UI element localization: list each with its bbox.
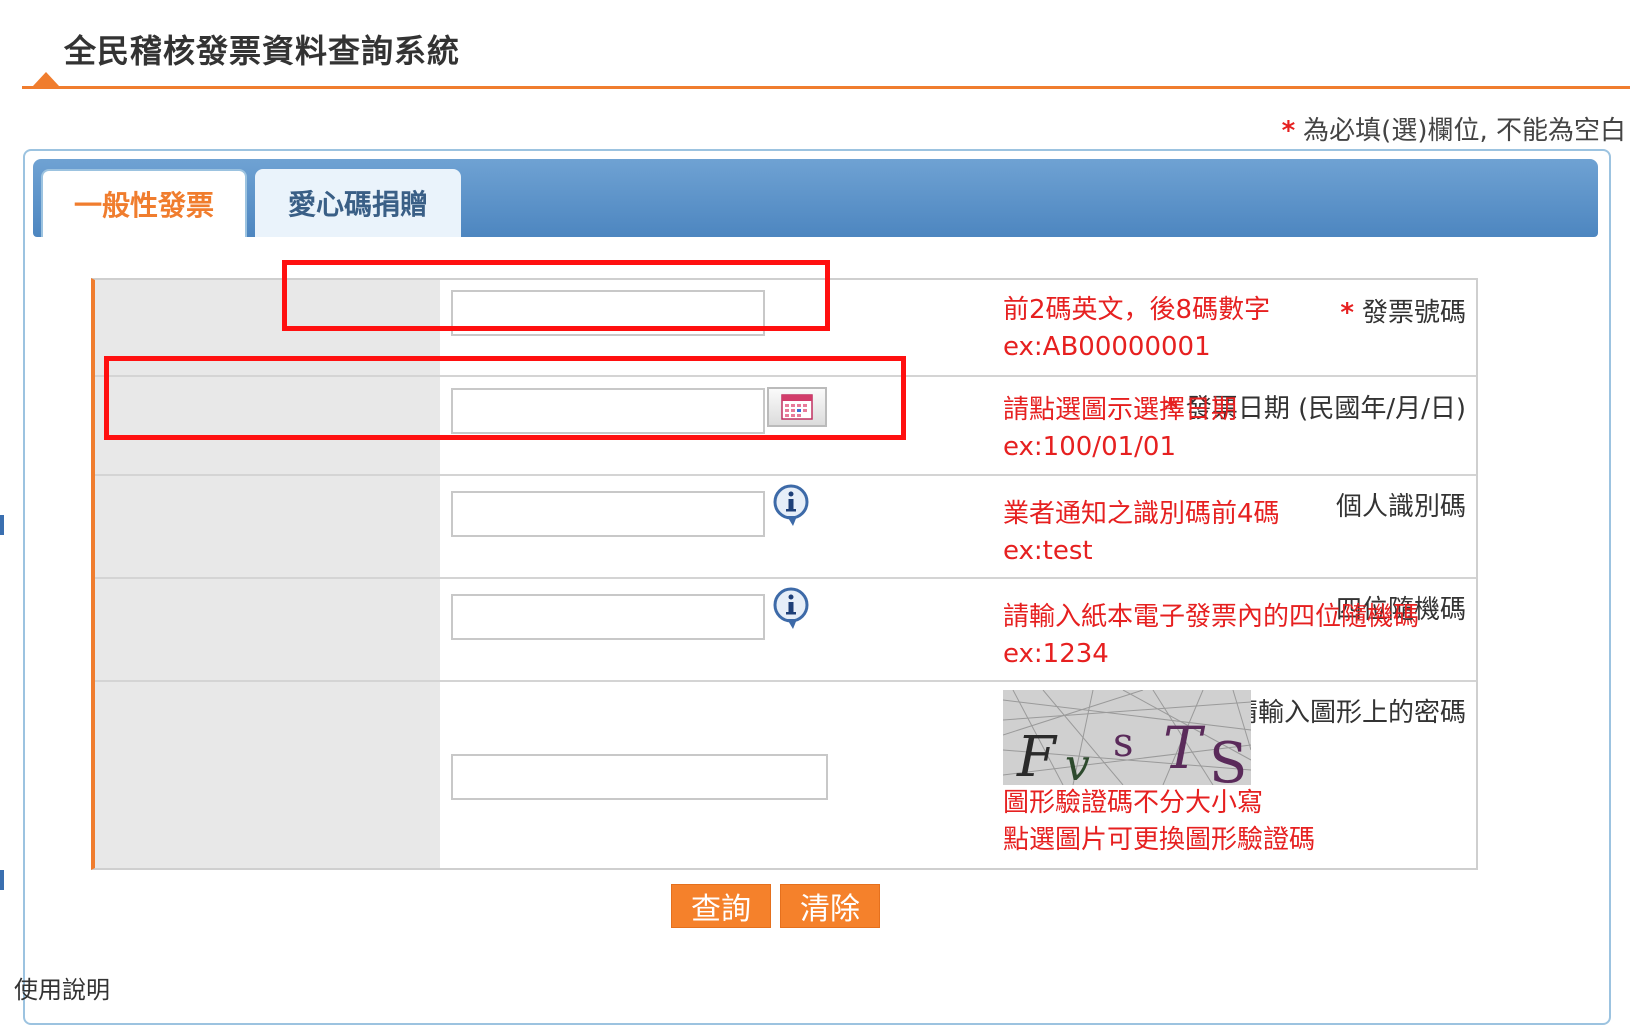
page-title: 全民稽核發票資料查詢系統 xyxy=(64,32,461,70)
invoice-date-input[interactable] xyxy=(451,388,765,434)
invoice-date-hint: 請點選圖示選擇日期 ex:100/01/01 xyxy=(1003,392,1237,466)
invoice-number-label-text: 發票號碼 xyxy=(1361,298,1466,328)
usage-instructions-link[interactable]: 使用說明 xyxy=(14,970,110,1005)
random-code-hint: 請輸入紙本電子發票內的四位隨機碼 ex:1234 xyxy=(1003,599,1419,673)
invoice-number-hint-line1: 前2碼英文，後8碼數字 xyxy=(1003,295,1271,325)
row-divider xyxy=(95,375,1476,377)
captcha-hint-line2: 點選圖片可更換圖形驗證碼 xyxy=(1003,825,1316,855)
invoice-number-hint-line2: ex:AB00000001 xyxy=(1003,332,1211,362)
row-divider xyxy=(95,680,1476,682)
random-code-hint-line2: ex:1234 xyxy=(1003,639,1109,669)
edge-mark xyxy=(0,515,4,535)
captcha-graphic: F v s T S xyxy=(1003,690,1251,785)
svg-text:S: S xyxy=(1209,731,1247,785)
row-divider xyxy=(95,577,1476,579)
invoice-form: * 發票號碼 前2碼英文，後8碼數字 ex:AB00000001 * 發票日期 (民… xyxy=(91,278,1478,870)
edge-mark xyxy=(0,870,4,890)
random-code-input[interactable] xyxy=(451,594,765,640)
query-panel: 一般性發票 愛心碼捐贈 * 發票號碼 前2碼英文，後8碼數字 ex:AB00000… xyxy=(23,149,1611,1025)
calendar-icon xyxy=(781,394,813,420)
tab-donation-code[interactable]: 愛心碼捐贈 xyxy=(255,169,461,237)
required-note-text: 為必填(選)欄位, 不能為空白 xyxy=(1303,116,1626,146)
captcha-input[interactable] xyxy=(451,754,828,800)
required-note: * 為必填(選)欄位, 不能為空白 xyxy=(1282,110,1626,147)
personal-id-label-text: 個人識別碼 xyxy=(1335,492,1466,522)
svg-text:T: T xyxy=(1163,714,1206,782)
invoice-number-hint: 前2碼英文，後8碼數字 ex:AB00000001 xyxy=(1003,292,1270,366)
invoice-date-hint-line2: ex:100/01/01 xyxy=(1003,432,1176,462)
calendar-button[interactable] xyxy=(767,387,827,427)
svg-text:v: v xyxy=(1065,740,1090,785)
captcha-hint-line1: 圖形驗證碼不分大小寫 xyxy=(1003,788,1264,818)
personal-id-hint-line1: 業者通知之識別碼前4碼 xyxy=(1003,499,1280,529)
query-button[interactable]: 查詢 xyxy=(671,884,771,928)
captcha-image[interactable]: F v s T S xyxy=(1003,690,1251,785)
personal-id-input[interactable] xyxy=(451,491,765,537)
captcha-label-text: 請輸入圖形上的密碼 xyxy=(1231,698,1466,728)
captcha-hint: 圖形驗證碼不分大小寫 點選圖片可更換圖形驗證碼 xyxy=(1003,785,1315,859)
info-icon[interactable] xyxy=(771,484,811,528)
required-star: * xyxy=(1281,116,1296,146)
random-code-hint-line1: 請輸入紙本電子發票內的四位隨機碼 xyxy=(1003,602,1420,632)
svg-text:F: F xyxy=(1016,725,1058,785)
row-divider xyxy=(95,474,1476,476)
svg-text:s: s xyxy=(1113,720,1134,766)
title-notch xyxy=(33,72,59,86)
required-star: * xyxy=(1340,298,1354,328)
tab-general-invoice[interactable]: 一般性發票 xyxy=(41,169,247,237)
personal-id-hint-line2: ex:test xyxy=(1003,536,1093,566)
clear-button[interactable]: 清除 xyxy=(780,884,880,928)
invoice-date-hint-line1: 請點選圖示選擇日期 xyxy=(1003,395,1238,425)
tab-bar: 一般性發票 愛心碼捐贈 xyxy=(33,159,1598,237)
title-divider xyxy=(22,86,1630,89)
invoice-number-input[interactable] xyxy=(451,290,765,336)
info-icon[interactable] xyxy=(771,587,811,631)
label-column xyxy=(95,280,440,868)
personal-id-hint: 業者通知之識別碼前4碼 ex:test xyxy=(1003,496,1280,570)
